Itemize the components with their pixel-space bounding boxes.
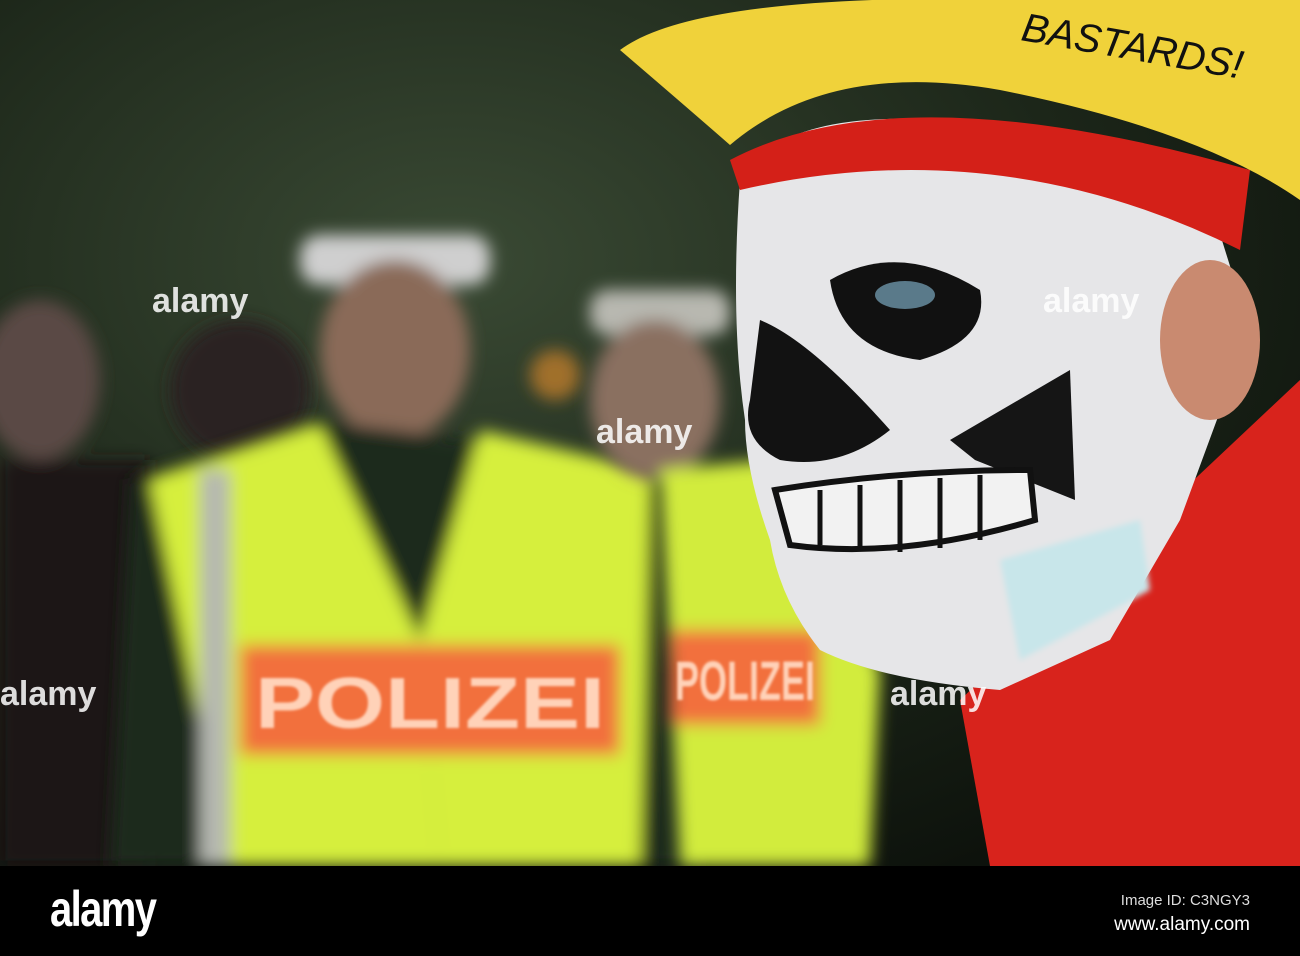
image-id: Image ID: C3NGY3 — [1120, 892, 1250, 909]
alamy-logo: alamy — [50, 881, 157, 937]
svg-text:alamy: alamy — [890, 675, 986, 713]
svg-text:alamy: alamy — [0, 675, 96, 713]
footer-bar: alamy Image ID: C3NGY3 www.alamy.com — [0, 866, 1300, 956]
svg-text:alamy: alamy — [596, 413, 692, 451]
photo: POLIZEI POLIZEI BASTARDS! alamy alamy al… — [0, 0, 1300, 866]
vest-text-right: POLIZEI — [675, 649, 815, 712]
svg-text:alamy: alamy — [152, 282, 248, 320]
site-url: www.alamy.com — [1114, 914, 1250, 935]
vest-text-left: POLIZEI — [255, 664, 605, 744]
svg-text:alamy: alamy — [1043, 282, 1139, 320]
